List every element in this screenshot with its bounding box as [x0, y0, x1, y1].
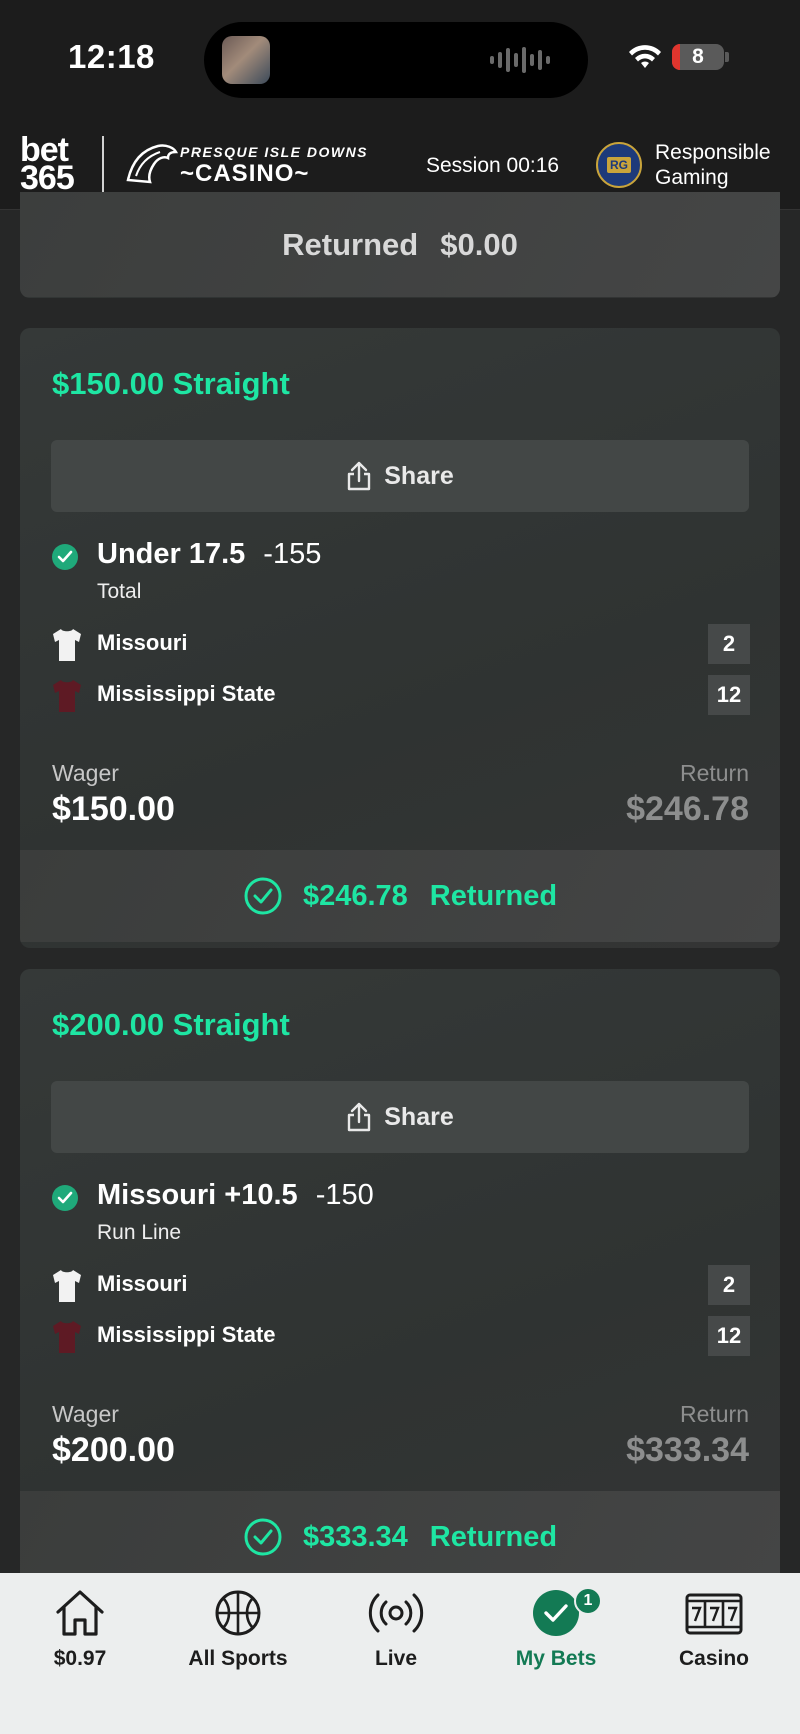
horse-head-icon — [126, 144, 178, 184]
team-score: 12 — [708, 1316, 750, 1356]
rg-badge-text: RG — [607, 157, 631, 173]
team-name: Missouri — [97, 630, 188, 655]
rg-label-line2: Gaming — [655, 166, 729, 189]
jersey-icon — [53, 680, 81, 712]
selection-name: Missouri +10.5 -150 — [97, 1179, 374, 1212]
check-circle-outline-icon — [244, 1518, 282, 1556]
return-label: Return — [679, 1401, 749, 1427]
returned-label: Returned — [282, 226, 419, 262]
share-icon — [348, 1102, 371, 1132]
previous-bet-card: Returned $0.00 — [20, 192, 780, 298]
rg-label-line1: Responsible — [655, 141, 771, 164]
battery-tip — [725, 52, 729, 62]
team-score: 2 — [708, 1265, 750, 1305]
jersey-icon — [53, 1321, 81, 1353]
battery-level: 8 — [692, 45, 704, 68]
tab-live[interactable]: Live — [316, 1585, 476, 1685]
wager-label: Wager — [52, 760, 119, 786]
selection-label: Missouri +10.5 — [97, 1179, 298, 1211]
selection-odds: -150 — [315, 1179, 374, 1211]
bet-card: $200.00 Straight Share Missouri +10.5 -15… — [20, 969, 780, 1589]
dynamic-island[interactable] — [204, 22, 588, 98]
bet-card: $150.00 Straight Share Under 17.5 -155 To… — [20, 328, 780, 948]
tab-label: $0.97 — [53, 1647, 107, 1670]
bet-title: $150.00 Straight — [52, 366, 290, 401]
tab-label: Live — [374, 1647, 418, 1670]
status-bar: 12:18 8 — [0, 0, 800, 118]
audio-waveform-icon — [490, 46, 550, 74]
tab-label: Casino — [678, 1647, 749, 1670]
check-circle-icon — [52, 544, 78, 570]
return-amount: $246.78 — [626, 790, 749, 828]
wager-label: Wager — [52, 1401, 119, 1427]
share-label: Share — [384, 461, 454, 490]
share-label: Share — [384, 1102, 454, 1131]
responsible-gaming-link[interactable]: Responsible Gaming — [655, 140, 771, 190]
check-circle-outline-icon — [244, 877, 282, 915]
wager-amount: $200.00 — [52, 1431, 175, 1469]
share-button[interactable]: Share — [51, 1081, 749, 1153]
team-row: Mississippi State 12 — [52, 1316, 750, 1356]
returned-strip: Returned $0.00 — [20, 192, 780, 297]
team-name: Mississippi State — [97, 1322, 276, 1347]
check-circle-icon — [52, 1185, 78, 1211]
returned-amount: $333.34 — [302, 1520, 408, 1553]
status-time: 12:18 — [68, 38, 155, 75]
team-name: Mississippi State — [97, 681, 276, 706]
header-divider — [102, 136, 104, 194]
jersey-icon — [53, 1270, 81, 1302]
returned-amount: $0.00 — [440, 226, 518, 262]
tab-label: All Sports — [188, 1647, 288, 1670]
jersey-icon — [53, 629, 81, 661]
team-row: Mississippi State 12 — [52, 675, 750, 715]
team-name: Missouri — [97, 1271, 188, 1296]
return-amount: $333.34 — [626, 1431, 749, 1469]
selection-label: Under 17.5 — [97, 538, 246, 570]
brand-line-2: 365 — [20, 159, 75, 197]
battery-icon: 8 — [672, 44, 724, 70]
selection-name: Under 17.5 -155 — [97, 538, 321, 571]
selection-odds: -155 — [263, 538, 322, 570]
returned-amount: $246.78 — [302, 879, 408, 912]
slot-machine-icon — [685, 1593, 743, 1635]
live-broadcast-icon — [368, 1593, 424, 1633]
tab-home-balance[interactable]: $0.97 — [0, 1585, 160, 1685]
team-score: 2 — [708, 624, 750, 664]
team-score: 12 — [708, 675, 750, 715]
bet-title: $200.00 Straight — [52, 1007, 290, 1042]
returned-strip: $246.78 Returned — [20, 850, 780, 942]
basketball-icon — [215, 1590, 261, 1636]
team-row: Missouri 2 — [52, 624, 750, 664]
return-label: Return — [679, 760, 749, 786]
bottom-tab-bar: $0.97 All Sports Live 1 My Bets Casino — [0, 1573, 800, 1734]
screen: 12:18 8 bet 365 PRESQUE ISLE DOWNS ~CASI… — [0, 0, 800, 1734]
wager-amount: $150.00 — [52, 790, 175, 828]
team-row: Missouri 2 — [52, 1265, 750, 1305]
home-icon — [56, 1590, 104, 1636]
casino-name-top: PRESQUE ISLE DOWNS — [180, 144, 369, 160]
checkmark-icon — [533, 1590, 579, 1636]
returned-strip: $333.34 Returned — [20, 1491, 780, 1583]
my-bets-count-badge: 1 — [574, 1587, 602, 1615]
wifi-icon — [629, 45, 661, 68]
now-playing-thumbnail — [222, 36, 270, 84]
share-icon — [348, 461, 371, 491]
selection-market: Run Line — [97, 1221, 182, 1244]
tab-casino[interactable]: Casino — [634, 1585, 794, 1685]
responsible-gaming-badge-icon[interactable]: RG — [596, 142, 642, 188]
share-button[interactable]: Share — [51, 440, 749, 512]
session-timer: Session 00:16 — [426, 154, 560, 177]
tab-my-bets[interactable]: 1 My Bets — [476, 1585, 636, 1685]
casino-word: CASINO — [195, 160, 295, 187]
selection-market: Total — [97, 580, 142, 603]
returned-label: Returned — [429, 1520, 558, 1553]
returned-label: Returned — [429, 879, 558, 912]
tab-label: My Bets — [515, 1647, 597, 1670]
bet365-logo[interactable]: bet 365 — [20, 133, 75, 197]
tab-all-sports[interactable]: All Sports — [158, 1585, 318, 1685]
casino-name-main: ~CASINO~ — [180, 160, 310, 187]
